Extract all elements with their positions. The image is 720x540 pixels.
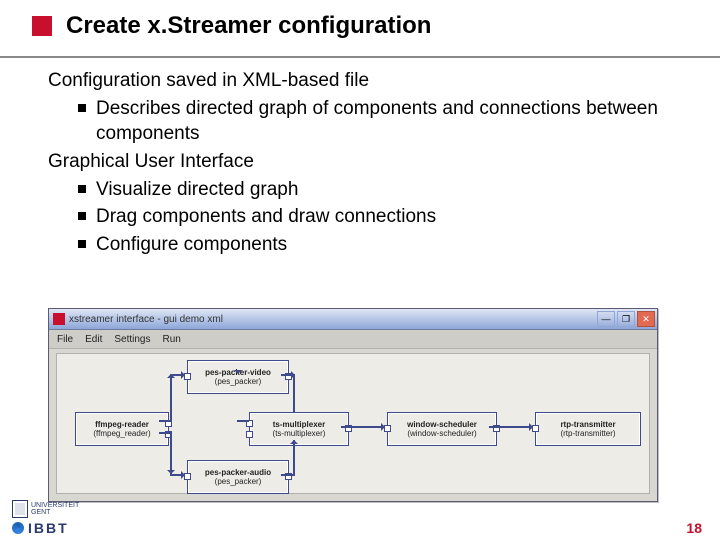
- body-b4: Configure components: [96, 232, 287, 258]
- node-scheduler[interactable]: window-scheduler (window-scheduler): [387, 412, 497, 446]
- body-p1: Configuration saved in XML-based file: [48, 68, 680, 94]
- app-title-left: xstreamer interface - gui demo xml: [51, 313, 223, 325]
- node-mux[interactable]: ts-multiplexer (ts-multiplexer): [249, 412, 349, 446]
- footer: UNIVERSITEIT GENT IBBT 18: [12, 500, 708, 536]
- l2: IBBT: [28, 520, 69, 536]
- edge: [170, 374, 172, 422]
- slide-title-bar: Create x.Streamer configuration: [32, 12, 720, 40]
- body-p2: Graphical User Interface: [48, 149, 680, 175]
- title-rule: [0, 56, 720, 58]
- bullet-icon: [78, 104, 86, 112]
- app-title: xstreamer interface - gui demo xml: [69, 314, 223, 325]
- app-window: xstreamer interface - gui demo xml — ❐ ✕…: [48, 308, 658, 502]
- ugent-logo: UNIVERSITEIT GENT: [12, 500, 79, 518]
- app-icon: [53, 313, 65, 325]
- node-pes-audio[interactable]: pes-packer-audio (pes_packer): [187, 460, 289, 494]
- node-sublabel: (rtp-transmitter): [540, 429, 636, 438]
- edge: [341, 426, 385, 428]
- edge: [293, 440, 295, 476]
- title-bullet-icon: [32, 16, 52, 36]
- edge: [170, 432, 172, 474]
- footer-logos: UNIVERSITEIT GENT IBBT: [12, 500, 79, 536]
- body-bullet: Drag components and draw connections: [78, 204, 680, 230]
- bullet-icon: [78, 240, 86, 248]
- menu-edit[interactable]: Edit: [85, 334, 102, 345]
- node-label: window-scheduler: [392, 420, 492, 429]
- l1b: GENT: [31, 509, 79, 516]
- node-sublabel: (pes_packer): [192, 377, 284, 386]
- body-b1: Describes directed graph of components a…: [96, 96, 680, 147]
- body-bullet: Describes directed graph of components a…: [78, 96, 680, 147]
- l1a: UNIVERSITEIT: [31, 502, 79, 509]
- node-label: ffmpeg-reader: [80, 420, 164, 429]
- node-sublabel: (ts-multiplexer): [254, 429, 344, 438]
- node-label: rtp-transmitter: [540, 420, 636, 429]
- edge: [489, 426, 533, 428]
- menu-file[interactable]: File: [57, 334, 73, 345]
- edge: [170, 374, 185, 376]
- edge: [170, 474, 185, 476]
- port-icon[interactable]: [246, 431, 253, 438]
- node-sublabel: (ffmpeg_reader): [80, 429, 164, 438]
- edge: [293, 374, 295, 412]
- node-reader[interactable]: ffmpeg-reader (ffmpeg_reader): [75, 412, 169, 446]
- graph-canvas[interactable]: pes-packer-video (pes_packer) ffmpeg-rea…: [56, 353, 650, 494]
- maximize-button[interactable]: ❐: [617, 311, 635, 327]
- node-sublabel: (window-scheduler): [392, 429, 492, 438]
- slide: Create x.Streamer configuration Configur…: [0, 0, 720, 540]
- node-sublabel: (pes_packer): [192, 477, 284, 486]
- ibbt-logo: IBBT: [12, 520, 69, 536]
- globe-icon: [12, 522, 24, 534]
- body-bullet: Configure components: [78, 232, 680, 258]
- menu-run[interactable]: Run: [163, 334, 181, 345]
- page-number: 18: [686, 520, 708, 536]
- node-label: ts-multiplexer: [254, 420, 344, 429]
- close-button[interactable]: ✕: [637, 311, 655, 327]
- logo-text: UNIVERSITEIT GENT: [31, 502, 79, 516]
- slide-title: Create x.Streamer configuration: [66, 12, 431, 40]
- node-transmitter[interactable]: rtp-transmitter (rtp-transmitter): [535, 412, 641, 446]
- edge: [237, 420, 249, 422]
- slide-body: Configuration saved in XML-based file De…: [48, 66, 680, 259]
- bullet-icon: [78, 185, 86, 193]
- node-label: pes-packer-audio: [192, 468, 284, 477]
- app-titlebar[interactable]: xstreamer interface - gui demo xml — ❐ ✕: [49, 309, 657, 330]
- body-b3: Drag components and draw connections: [96, 204, 436, 230]
- menu-settings[interactable]: Settings: [114, 334, 150, 345]
- menu-bar: File Edit Settings Run: [49, 330, 657, 349]
- bullet-icon: [78, 212, 86, 220]
- body-bullet: Visualize directed graph: [78, 177, 680, 203]
- minimize-button[interactable]: —: [597, 311, 615, 327]
- window-controls: — ❐ ✕: [597, 311, 655, 327]
- crest-icon: [12, 500, 28, 518]
- body-b2: Visualize directed graph: [96, 177, 298, 203]
